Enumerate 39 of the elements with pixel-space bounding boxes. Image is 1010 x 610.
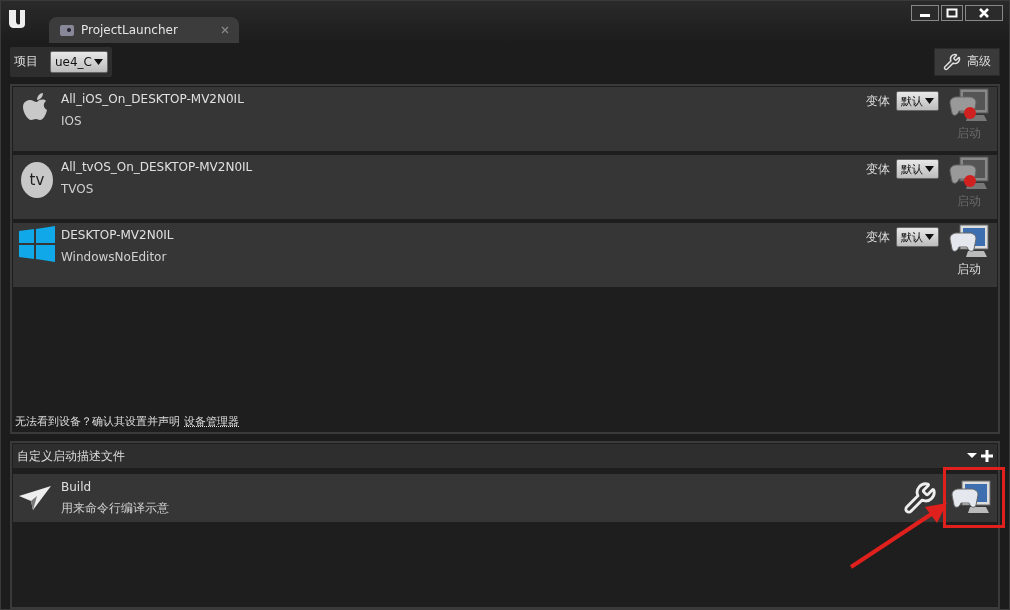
tv-icon: tv [21,162,53,199]
caret-icon [925,234,934,241]
close-icon[interactable] [221,25,229,34]
advanced-button[interactable]: 高级 [934,47,1000,76]
profile-description: 用来命令行编译示意 [61,499,169,517]
variant-label: 变体 [866,93,890,110]
wrench-icon [943,52,961,71]
minimize-button[interactable] [911,5,939,21]
maximize-button[interactable] [941,5,963,21]
caret-icon [925,98,934,105]
profile-name: Build [61,479,93,494]
project-label: 项目 [14,53,38,71]
device-name: DESKTOP-MV2N0IL [61,228,174,243]
logo-icon [7,7,27,29]
platform-name: WindowsNoEditor [61,250,168,265]
device-name: All_iOS_On_DESKTOP-MV2N0IL [61,92,244,107]
close-icon [978,8,990,18]
launch-button[interactable]: 启动 [945,223,993,279]
windows-icon [19,226,55,263]
variant-label: 变体 [866,229,890,246]
device-name: All_tvOS_On_DESKTOP-MV2N0IL [61,160,253,175]
wrench-icon[interactable] [903,481,937,516]
profiles-title: 自定义启动描述文件 [17,447,125,465]
platform-name: IOS [61,114,83,129]
profile-row[interactable]: Build 用来命令行编译示意 [13,474,997,523]
device-manager-link[interactable]: 设备管理器 [184,414,239,430]
caret-icon [94,58,103,65]
project-launcher-tab[interactable]: ProjectLauncher [49,16,239,43]
variant-label: 变体 [866,161,890,178]
add-icon[interactable] [981,450,993,463]
platform-name: TVOS [61,182,95,197]
hint-text: 无法看到设备？确认其设置并声明 [15,414,180,430]
caret-icon [925,166,934,173]
variant-dropdown[interactable]: 默认 [896,227,939,248]
project-dropdown[interactable]: ue4_C [50,50,108,73]
close-button[interactable] [965,5,1003,21]
maximize-icon [946,8,958,18]
dropdown-caret-icon[interactable] [967,450,977,461]
device-row[interactable]: DESKTOP-MV2N0IL WindowsNoEditor 变体 默认 启动 [13,223,997,288]
